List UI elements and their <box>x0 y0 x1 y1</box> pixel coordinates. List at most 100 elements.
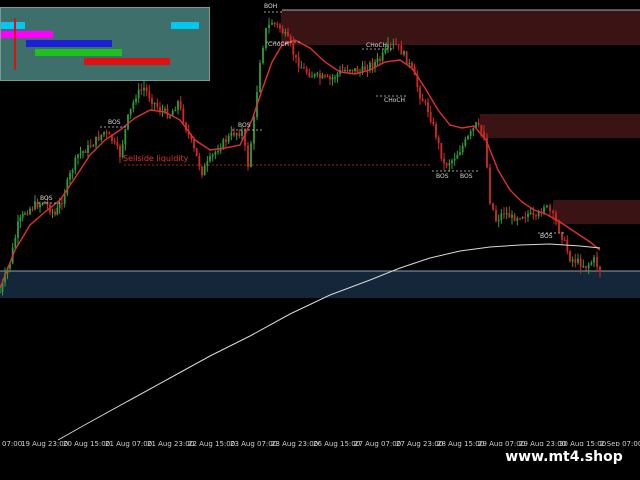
candle-body <box>527 213 529 218</box>
candle-body <box>211 154 214 157</box>
candle-body <box>403 51 405 55</box>
candle-body <box>17 221 19 238</box>
candle-body <box>217 151 219 153</box>
candle-body <box>495 209 497 222</box>
candle-body <box>497 219 500 222</box>
candle-body <box>169 116 171 118</box>
candle-body <box>492 203 494 210</box>
candle-body <box>265 27 267 49</box>
candle-body <box>145 87 148 92</box>
candle-body <box>271 22 273 25</box>
price-chart[interactable]: BOS BOS BOS CHoCH CHoCH CHoCH BOS BOS BOS Sellsid… <box>0 0 640 480</box>
candle-body <box>376 58 379 62</box>
candle-body <box>331 77 334 80</box>
candle-body <box>116 141 119 147</box>
structure-label: BOS <box>40 195 53 202</box>
candle-body <box>582 266 585 268</box>
candle-body <box>295 54 297 58</box>
indicator-bar-cyan-right <box>171 22 199 29</box>
candle-body <box>451 160 453 164</box>
candle-body <box>477 122 480 126</box>
candle-body <box>379 58 381 61</box>
candle-body <box>472 128 475 132</box>
candle-body <box>250 143 252 167</box>
candle-body <box>127 114 129 130</box>
candle-body <box>505 213 508 215</box>
candle-body <box>424 101 427 103</box>
candle-body <box>313 73 316 77</box>
candle-body <box>276 23 279 25</box>
candle-body <box>69 172 71 180</box>
candle-body <box>443 158 445 164</box>
candle-body <box>41 203 44 206</box>
candle-body <box>524 217 527 219</box>
candle-body <box>308 72 311 77</box>
candle-body <box>182 108 185 123</box>
candle-body <box>543 207 545 214</box>
candle-body <box>58 203 61 208</box>
candle-body <box>103 131 105 135</box>
candle-body <box>214 151 217 155</box>
candle-body <box>287 32 289 37</box>
candle-body <box>448 163 451 166</box>
candle-body <box>459 152 461 155</box>
candle-body <box>148 91 151 99</box>
candle-body <box>177 101 179 111</box>
structure-label: BOS <box>436 173 449 180</box>
candle-body <box>19 217 22 222</box>
candle-body <box>336 73 339 78</box>
candle-body <box>411 62 413 67</box>
candle-body <box>233 132 235 136</box>
indicator-bar-cyan-left <box>1 22 25 29</box>
candle-body <box>590 262 593 265</box>
time-tick: 19 Aug 23:00 <box>21 440 69 448</box>
candle-body <box>124 129 127 145</box>
candle-body <box>61 203 63 205</box>
candle-body <box>521 217 524 219</box>
candle-body <box>329 76 331 80</box>
candle-body <box>164 108 166 111</box>
candle-body <box>467 135 469 140</box>
candle-body <box>71 170 74 173</box>
candle-body <box>108 132 111 135</box>
candle-body <box>140 89 143 91</box>
candle-body <box>405 51 408 64</box>
watermark: www.mt4.shop <box>497 446 631 468</box>
candle-body <box>381 52 384 61</box>
candle-body <box>292 43 295 55</box>
candle-body <box>529 212 532 214</box>
candle-body <box>135 98 137 103</box>
candle-body <box>349 69 351 72</box>
candle-body <box>371 62 374 67</box>
candle-body <box>34 201 36 209</box>
candle-body <box>351 69 354 72</box>
candle-body <box>408 62 411 65</box>
candle-body <box>105 131 108 134</box>
candle-body <box>537 211 540 217</box>
indicator-marker <box>14 18 16 70</box>
candle-body <box>129 108 132 115</box>
time-tick: 22 Aug 15:00 <box>188 440 236 448</box>
candle-body <box>206 161 209 166</box>
candle-body <box>193 139 195 149</box>
candle-body <box>311 76 313 78</box>
candle-body <box>137 89 140 99</box>
candle-body <box>563 239 566 241</box>
session-high-label: BOH <box>264 3 278 10</box>
candle-body <box>354 68 356 72</box>
candle-body <box>419 87 421 99</box>
candle-body <box>427 102 429 113</box>
structure-label: BOS <box>540 233 553 240</box>
candle-body <box>300 67 303 69</box>
candle-body <box>489 167 491 204</box>
candle-body <box>238 133 241 137</box>
candle-body <box>435 124 437 138</box>
candle-body <box>519 218 521 220</box>
candle-body <box>305 68 308 73</box>
candle-body <box>247 145 249 167</box>
candle-body <box>82 151 84 153</box>
candle-body <box>549 205 551 212</box>
candle-body <box>21 213 24 218</box>
candle-body <box>179 101 182 109</box>
candle-body <box>113 140 116 143</box>
